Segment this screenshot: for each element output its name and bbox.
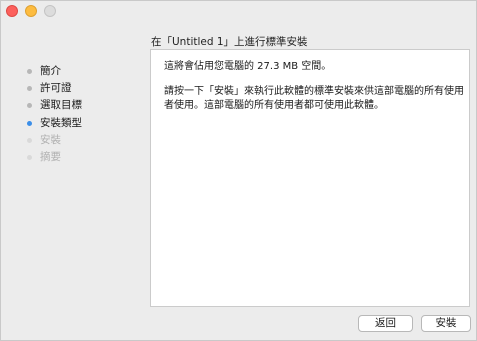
install-instructions-text: 請按一下「安裝」來執行此軟體的標準安裝來供這部電腦的所有使用者使用。這部電腦的所… (164, 86, 464, 111)
title-bar (1, 1, 476, 23)
step-label: 許可證 (40, 82, 72, 95)
minimize-window-button[interactable] (25, 5, 37, 17)
current-step-dot-icon (27, 120, 32, 126)
step-dot-icon (27, 137, 32, 143)
installer-window: 在「Untitled 1」上進行標準安裝 簡介 許可證 選取目標 安裝類型 安裝… (0, 0, 477, 341)
close-window-button[interactable] (6, 5, 18, 17)
step-license: 許可證 (27, 80, 147, 97)
step-dot-icon (27, 69, 32, 74)
installer-steps-sidebar: 簡介 許可證 選取目標 安裝類型 安裝 摘要 (27, 63, 147, 166)
step-summary: 摘要 (27, 149, 147, 166)
content-panel: 這將會佔用您電腦的 27.3 MB 空間。 請按一下「安裝」來執行此軟體的標準安… (150, 49, 470, 307)
step-dot-icon (27, 103, 32, 109)
installer-title: 在「Untitled 1」上進行標準安裝 (151, 36, 308, 48)
step-destination-select: 選取目標 (27, 97, 147, 114)
zoom-window-button (44, 5, 56, 17)
step-label: 選取目標 (40, 99, 82, 112)
step-label: 安裝 (40, 133, 61, 146)
back-button[interactable]: 返回 (358, 315, 413, 332)
step-label: 簡介 (40, 65, 61, 77)
step-dot-icon (27, 154, 32, 160)
install-button[interactable]: 安裝 (421, 315, 471, 332)
step-installation: 安裝 (27, 132, 147, 149)
step-installation-type: 安裝類型 (27, 115, 147, 132)
step-label: 摘要 (40, 150, 61, 163)
step-dot-icon (27, 86, 32, 92)
step-label: 安裝類型 (40, 116, 82, 129)
step-introduction: 簡介 (27, 63, 147, 80)
disk-space-text: 這將會佔用您電腦的 27.3 MB 空間。 (164, 61, 332, 72)
